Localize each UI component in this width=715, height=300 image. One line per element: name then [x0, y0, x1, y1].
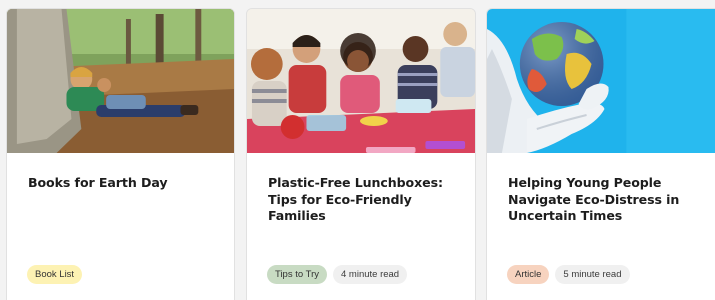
card-image-child-reading[interactable] — [7, 9, 234, 153]
article-card-grid: Books for Earth Day Book List Plastic-Fr… — [0, 0, 715, 300]
article-card[interactable]: Books for Earth Day Book List — [6, 8, 235, 300]
card-tags: Tips to Try 4 minute read — [267, 265, 408, 284]
article-card[interactable]: Helping Young People Navigate Eco-Distre… — [486, 8, 715, 300]
card-title[interactable]: Books for Earth Day — [28, 175, 222, 192]
card-title[interactable]: Helping Young People Navigate Eco-Distre… — [508, 175, 703, 225]
card-image-globe-in-hands[interactable] — [487, 9, 715, 153]
read-time-badge: 4 minute read — [333, 265, 408, 284]
category-tag[interactable]: Tips to Try — [267, 265, 327, 284]
card-image-children-lunch[interactable] — [247, 9, 475, 153]
article-card[interactable]: Plastic-Free Lunchboxes: Tips for Eco-Fr… — [246, 8, 476, 300]
category-tag[interactable]: Article — [507, 265, 550, 284]
card-title[interactable]: Plastic-Free Lunchboxes: Tips for Eco-Fr… — [268, 175, 463, 225]
card-tags: Article 5 minute read — [507, 265, 630, 284]
category-tag[interactable]: Book List — [27, 265, 83, 284]
card-tags: Book List — [27, 265, 83, 284]
read-time-badge: 5 minute read — [555, 265, 630, 284]
